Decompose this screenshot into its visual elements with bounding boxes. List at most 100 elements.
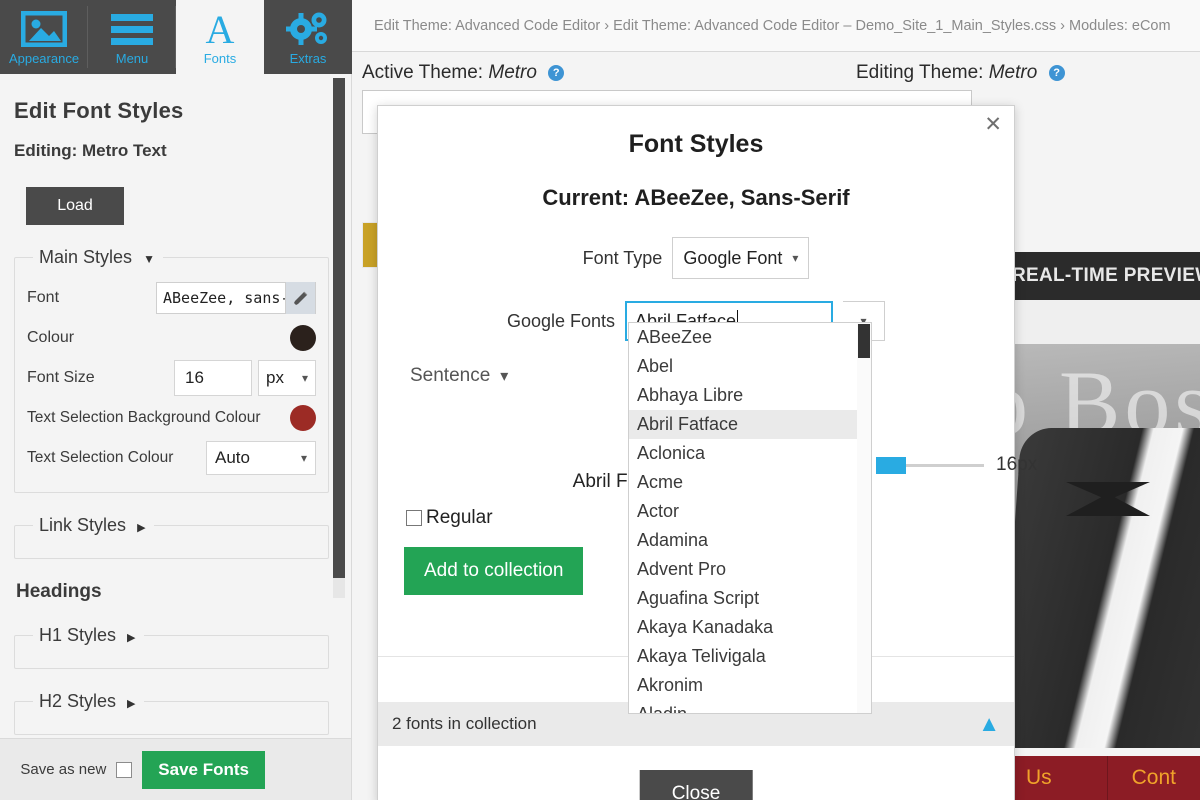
theme-bar: Active Theme: Metro ? Editing Theme: Met… <box>352 52 1200 134</box>
hamburger-icon <box>111 9 153 49</box>
breadcrumb-text: Edit Theme: Advanced Code Editor › Edit … <box>374 17 1171 34</box>
pencil-icon[interactable] <box>285 282 315 314</box>
link-styles-legend-label: Link Styles <box>39 515 127 535</box>
autocomplete-scrollbar[interactable] <box>857 323 871 713</box>
font-field[interactable]: ABeeZee, sans- <box>156 282 316 314</box>
svg-text:A: A <box>206 10 235 48</box>
list-item-selected[interactable]: Abril Fatface <box>629 410 871 439</box>
selection-bg-row: Text Selection Background Colour <box>27 398 316 438</box>
list-item[interactable]: Aclonica <box>629 439 871 468</box>
h2-styles-section: H2 Styles ▶ <box>14 691 329 735</box>
breadcrumb[interactable]: Edit Theme: Advanced Code Editor › Edit … <box>352 0 1200 52</box>
collection-status-text: 2 fonts in collection <box>392 714 537 733</box>
h2-styles-legend[interactable]: H2 Styles ▶ <box>33 691 144 712</box>
load-button[interactable]: Load <box>26 187 124 225</box>
colour-swatch[interactable] <box>290 325 316 351</box>
site-nav-item-us[interactable]: Us <box>1002 756 1107 800</box>
selection-bg-swatch[interactable] <box>290 405 316 431</box>
sidebar-scrollbar-thumb[interactable] <box>333 78 345 578</box>
list-item[interactable]: Akronim <box>629 671 871 700</box>
selection-colour-value: Auto <box>215 448 250 467</box>
headings-heading: Headings <box>16 581 102 602</box>
modal-current-font: Current: ABeeZee, Sans-Serif <box>542 185 850 210</box>
h1-styles-section: H1 Styles ▶ <box>14 625 329 669</box>
image-icon <box>21 9 67 49</box>
icon-toolbar: Appearance Menu A Fonts Extras <box>0 0 352 74</box>
save-as-new-checkbox[interactable] <box>116 761 133 778</box>
colour-row: Colour <box>27 318 316 358</box>
font-value: ABeeZee, sans- <box>163 289 285 307</box>
font-size-unit-value: px <box>266 368 284 387</box>
editing-theme-label: Editing Theme: Metro ? <box>856 62 1065 84</box>
chevron-down-icon-sentence[interactable]: ▾ <box>500 366 508 386</box>
list-item[interactable]: Actor <box>629 497 871 526</box>
list-item[interactable]: Akaya Kanadaka <box>629 613 871 642</box>
preview-banner-text: REAL-TIME PREVIEW <box>1012 265 1200 286</box>
font-type-select[interactable]: Google Font ▾ <box>672 237 810 279</box>
save-fonts-button[interactable]: Save Fonts <box>142 750 265 789</box>
font-type-value: Google Font <box>683 247 783 268</box>
modal-title: Font Styles <box>628 130 764 158</box>
list-item[interactable]: Adamina <box>629 526 871 555</box>
selection-colour-label: Text Selection Colour <box>27 449 174 466</box>
editing-theme-value: Metro <box>988 62 1038 83</box>
close-icon[interactable]: ✕ <box>984 114 1002 135</box>
selection-bg-label: Text Selection Background Colour <box>27 409 261 426</box>
preview-figure <box>1002 428 1200 748</box>
font-size-input[interactable]: 16 <box>174 360 252 396</box>
toolbar-item-menu[interactable]: Menu <box>88 0 176 74</box>
font-size-slider-thumb[interactable] <box>876 456 906 474</box>
font-type-row: Font Type Google Font ▾ <box>378 237 1014 279</box>
list-item[interactable]: Akaya Telivigala <box>629 642 871 671</box>
h2-styles-legend-label: H2 Styles <box>39 691 117 711</box>
toolbar-label-fonts: Fonts <box>203 51 237 66</box>
selection-colour-select[interactable]: Auto ▾ <box>206 441 316 475</box>
list-item[interactable]: Aguafina Script <box>629 584 871 613</box>
editing-theme-text: Editing Theme: <box>856 62 984 83</box>
help-icon-active-theme[interactable]: ? <box>548 65 565 81</box>
chevron-right-icon-h2: ▶ <box>127 698 136 710</box>
chevron-right-icon-h1: ▶ <box>127 632 136 644</box>
autocomplete-scrollbar-thumb[interactable] <box>858 324 870 358</box>
list-item[interactable]: Acme <box>629 468 871 497</box>
chevron-up-icon[interactable]: ▲ <box>978 713 1000 735</box>
modal-close-button[interactable]: Close <box>639 770 753 800</box>
main-styles-legend[interactable]: Main Styles ▼ <box>33 247 163 268</box>
save-as-new-label: Save as new <box>20 761 107 778</box>
main-styles-legend-label: Main Styles <box>39 247 133 267</box>
sidebar-scrollbar[interactable] <box>333 78 345 598</box>
chevron-down-icon-font-type: ▾ <box>792 251 799 265</box>
list-item[interactable]: Advent Pro <box>629 555 871 584</box>
site-preview-nav: Us Cont <box>1002 756 1200 800</box>
h1-styles-legend-label: H1 Styles <box>39 625 117 645</box>
help-icon-editing-theme[interactable]: ? <box>1048 65 1065 81</box>
toolbar-item-fonts[interactable]: A Fonts <box>176 0 264 74</box>
list-item[interactable]: Aladin <box>629 700 871 713</box>
h1-styles-legend[interactable]: H1 Styles ▶ <box>33 625 144 646</box>
page-title: Edit Font Styles <box>14 98 184 123</box>
toolbar-label-extras: Extras <box>289 51 327 66</box>
variant-checkbox-regular[interactable] <box>406 510 422 526</box>
list-item[interactable]: ABeeZee <box>629 323 871 352</box>
chevron-right-icon-link-styles: ▶ <box>137 522 146 534</box>
toolbar-item-appearance[interactable]: Appearance <box>0 0 88 74</box>
google-fonts-autocomplete-list[interactable]: ABeeZee Abel Abhaya Libre Abril Fatface … <box>628 322 872 714</box>
add-to-collection-button[interactable]: Add to collection <box>404 547 584 595</box>
font-size-slider-wrap: 16px <box>876 454 1037 476</box>
editing-subtitle: Editing: Metro Text <box>14 141 167 160</box>
chevron-down-icon-unit: ▾ <box>301 371 308 385</box>
list-item[interactable]: Abhaya Libre <box>629 381 871 410</box>
chevron-down-icon-selection: ▾ <box>300 451 307 465</box>
real-time-preview-banner: REAL-TIME PREVIEW <box>1002 252 1200 300</box>
font-row: Font ABeeZee, sans- <box>27 278 316 318</box>
main-styles-section: Main Styles ▼ Font ABeeZee, sans- Colour <box>14 247 329 493</box>
sentence-label: Sentence <box>410 365 491 386</box>
font-size-unit-select[interactable]: px ▾ <box>258 360 316 396</box>
preview-dimensions-bar: ▾ 1317 x 75 <box>1002 300 1200 344</box>
toolbar-item-extras[interactable]: Extras <box>264 0 352 74</box>
site-nav-item-contact[interactable]: Cont <box>1106 756 1200 800</box>
link-styles-legend[interactable]: Link Styles ▶ <box>33 515 154 536</box>
list-item[interactable]: Abel <box>629 352 871 381</box>
active-theme-value: Metro <box>488 62 537 83</box>
font-size-slider[interactable] <box>876 456 984 474</box>
